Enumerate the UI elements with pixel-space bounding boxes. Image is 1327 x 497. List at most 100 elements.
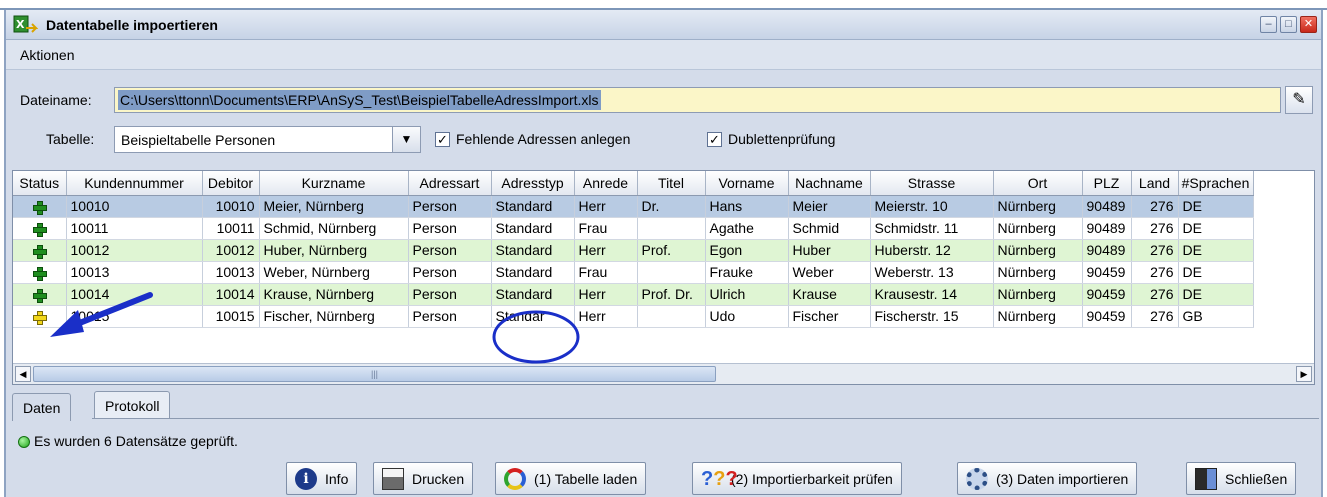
question-marks-icon: ??? <box>701 467 738 490</box>
table-cell: Nürnberg <box>993 195 1083 218</box>
table-cell: Huber <box>788 239 871 262</box>
table-cell: Herr <box>574 239 638 262</box>
table-cell: Krause <box>788 283 871 306</box>
info-button[interactable]: i Info <box>286 462 358 495</box>
table-row[interactable]: 10011 10011 Schmid, Nürnberg Person Standard… <box>13 217 1254 240</box>
scroll-thumb[interactable]: ||| <box>33 366 716 382</box>
tab-daten[interactable]: Daten <box>12 393 72 421</box>
column-header[interactable]: Status <box>13 171 67 196</box>
checkbox-missing-addresses[interactable]: ✓ Fehlende Adressen anlegen <box>435 129 630 149</box>
main-content: Dateiname: C:\Users\ttonn\Documents\ERP\… <box>6 71 1321 497</box>
check-importability-button[interactable]: ??? (2) Importierbarkeit prüfen <box>692 462 902 495</box>
status-cell <box>13 217 67 240</box>
column-header[interactable]: Ort <box>993 171 1083 196</box>
table-cell: Nürnberg <box>993 261 1083 284</box>
column-header[interactable]: Titel <box>637 171 706 196</box>
table-cell: GB <box>1178 305 1254 328</box>
table-cell: 276 <box>1131 217 1179 240</box>
table-cell: Weberstr. 13 <box>870 261 994 284</box>
column-header[interactable]: Strasse <box>870 171 994 196</box>
status-cell <box>13 195 67 218</box>
column-header[interactable]: Adressart <box>408 171 492 196</box>
menu-aktionen[interactable]: Aktionen <box>20 47 74 63</box>
table-cell: 90489 <box>1082 195 1132 218</box>
scroll-right-icon[interactable]: ▶ <box>1296 366 1312 382</box>
filename-label: Dateiname: <box>20 92 92 108</box>
table-select[interactable]: Beispieltabelle Personen ▼ <box>114 126 421 153</box>
table-cell: Schmid, Nürnberg <box>259 217 409 240</box>
column-header[interactable]: #Sprachen <box>1178 171 1254 196</box>
tab-protokoll[interactable]: Protokoll <box>94 391 171 419</box>
checkbox-duplicates[interactable]: ✓ Dublettenprüfung <box>707 129 835 149</box>
print-button[interactable]: Drucken <box>373 462 474 495</box>
table-cell: 10015 <box>66 305 203 328</box>
table-row[interactable]: 10013 10013 Weber, Nürnberg Person Standard F… <box>13 261 1254 284</box>
minimize-button[interactable]: – <box>1260 16 1277 33</box>
dropdown-arrow-icon[interactable]: ▼ <box>392 127 420 152</box>
load-table-button[interactable]: (1) Tabelle laden <box>495 462 647 495</box>
column-header[interactable]: Land <box>1131 171 1179 196</box>
pick-file-button[interactable]: ✎ <box>1285 86 1313 114</box>
green-plus-icon <box>33 201 48 216</box>
horizontal-scrollbar[interactable]: ◀ ||| ▶ <box>13 363 1314 384</box>
table-cell: Person <box>408 283 492 306</box>
table-cell: 10011 <box>202 217 260 240</box>
table-cell: 10014 <box>202 283 260 306</box>
checkbox-duplicates-box[interactable]: ✓ <box>707 131 722 147</box>
column-header[interactable]: Kurzname <box>259 171 409 196</box>
table-cell: DE <box>1178 217 1254 240</box>
table-cell: 276 <box>1131 305 1179 328</box>
status-message: Es wurden 6 Datensätze geprüft. <box>34 433 238 449</box>
table-cell: Huberstr. 12 <box>870 239 994 262</box>
table-cell: 90459 <box>1082 305 1132 328</box>
data-table: Status Kundennummer Debitor Kurzname Adressa… <box>12 170 1315 385</box>
import-data-button[interactable]: (3) Daten importieren <box>957 462 1138 495</box>
column-header[interactable]: Vorname <box>705 171 789 196</box>
table-cell: Nürnberg <box>993 305 1083 328</box>
scroll-left-icon[interactable]: ◀ <box>15 366 31 382</box>
table-cell: 90459 <box>1082 261 1132 284</box>
table-cell: 10015 <box>202 305 260 328</box>
table-cell: Weber, Nürnberg <box>259 261 409 284</box>
tab-divider <box>92 418 1319 419</box>
column-header[interactable]: Nachname <box>788 171 871 196</box>
table-cell: Schmid <box>788 217 871 240</box>
load-table-label: (1) Tabelle laden <box>534 470 638 487</box>
table-cell: Person <box>408 239 492 262</box>
table-label: Tabelle: <box>46 131 95 147</box>
status-ok-icon <box>18 436 30 448</box>
svg-text:X: X <box>16 18 25 31</box>
close-button[interactable]: Schließen <box>1186 462 1297 495</box>
top-strip <box>0 0 1327 10</box>
import-window: X Datentabelle impoertieren – □ ✕ Aktion… <box>4 10 1323 497</box>
table-cell: Frauke <box>705 261 789 284</box>
table-cell: Meier, Nürnberg <box>259 195 409 218</box>
refresh-icon <box>504 467 526 490</box>
table-row[interactable]: 10014 10014 Krause, Nürnberg Person Standard… <box>13 283 1254 306</box>
close-window-button[interactable]: ✕ <box>1300 16 1317 33</box>
table-cell: Person <box>408 261 492 284</box>
table-cell: Frau <box>574 261 638 284</box>
table-cell: Standard <box>491 195 575 218</box>
column-header[interactable]: Anrede <box>574 171 638 196</box>
table-cell: Person <box>408 305 492 328</box>
checkbox-duplicates-label: Dublettenprüfung <box>728 131 836 147</box>
maximize-button[interactable]: □ <box>1280 16 1297 33</box>
table-row[interactable]: 10010 10010 Meier, Nürnberg Person Standard H… <box>13 195 1254 218</box>
table-cell: Herr <box>574 305 638 328</box>
table-cell: DE <box>1178 283 1254 306</box>
column-header[interactable]: PLZ <box>1082 171 1132 196</box>
table-row[interactable]: 10015 10015 Fischer, Nürnberg Person Standar… <box>13 305 1254 328</box>
table-cell: Ulrich <box>705 283 789 306</box>
green-plus-icon <box>33 289 48 304</box>
check-importability-label: (2) Importierbarkeit prüfen <box>731 470 893 487</box>
table-row[interactable]: 10012 10012 Huber, Nürnberg Person Standard H… <box>13 239 1254 262</box>
column-header[interactable]: Adresstyp <box>491 171 575 196</box>
column-header[interactable]: Kundennummer <box>66 171 203 196</box>
column-header[interactable]: Debitor <box>202 171 260 196</box>
filename-field[interactable]: C:\Users\ttonn\Documents\ERP\AnSyS_Test\… <box>114 87 1281 113</box>
table-cell: 276 <box>1131 283 1179 306</box>
checkbox-missing-box[interactable]: ✓ <box>435 131 450 147</box>
title-bar[interactable]: X Datentabelle impoertieren – □ ✕ <box>6 10 1321 40</box>
table-cell: DE <box>1178 239 1254 262</box>
